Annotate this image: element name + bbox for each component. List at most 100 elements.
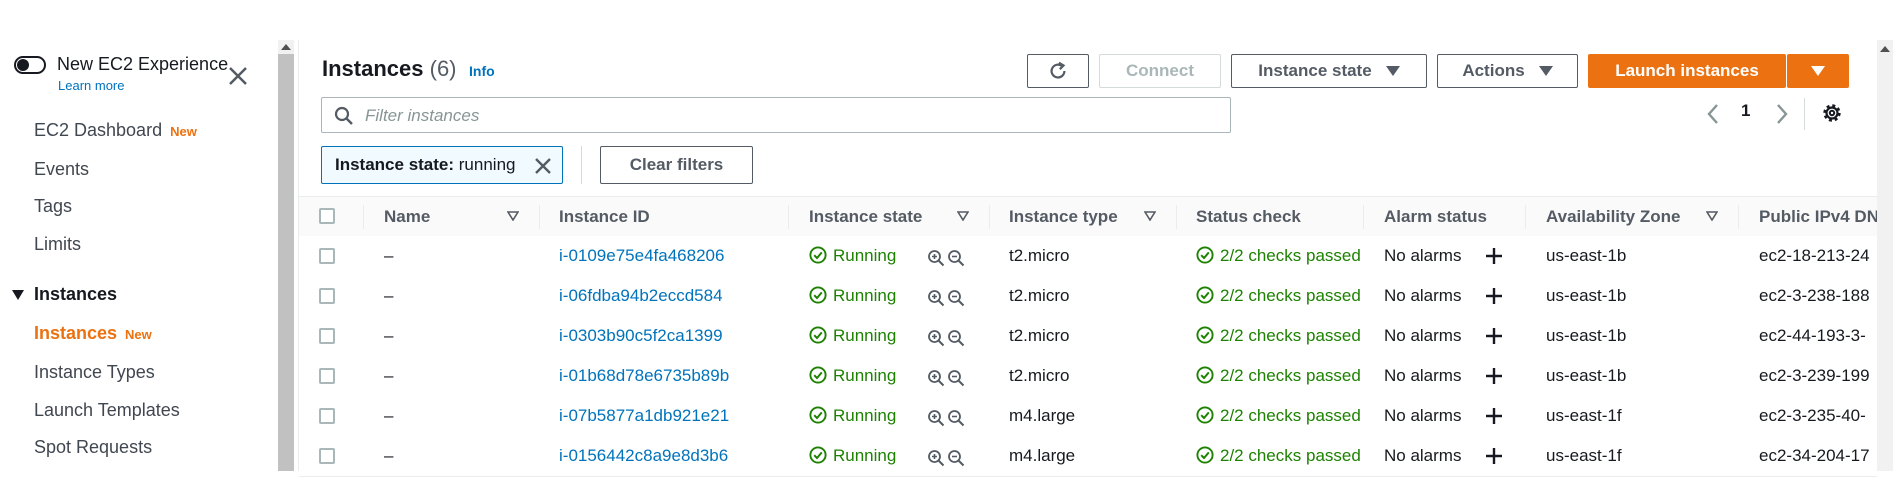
sort-icon[interactable] bbox=[957, 211, 969, 221]
column-header-instance-type[interactable]: Instance type bbox=[1009, 207, 1118, 227]
connect-button[interactable]: Connect bbox=[1099, 54, 1221, 88]
zoom-in-icon[interactable] bbox=[927, 369, 945, 387]
instance-state-cell: Running bbox=[809, 286, 896, 306]
table-row[interactable]: – i-01b68d78e6735b89b Running t2.micro 2/2 c… bbox=[299, 356, 1877, 397]
status-check-cell[interactable]: 2/2 checks passed bbox=[1196, 366, 1361, 386]
previous-page-icon[interactable] bbox=[1705, 102, 1721, 126]
add-alarm-icon[interactable] bbox=[1485, 247, 1503, 265]
row-checkbox[interactable] bbox=[319, 328, 335, 344]
instance-id-link[interactable]: i-07b5877a1db921e21 bbox=[559, 406, 729, 426]
public-ipv4-dns-cell: ec2-3-238-188 bbox=[1759, 286, 1870, 305]
actions-dropdown[interactable]: Actions bbox=[1437, 54, 1578, 88]
check-circle-icon bbox=[809, 286, 827, 304]
filter-instances-search[interactable]: Filter instances bbox=[321, 97, 1231, 133]
sidebar-item-instance-types[interactable]: Instance Types bbox=[34, 362, 155, 383]
availability-zone-cell: us-east-1b bbox=[1546, 246, 1627, 265]
column-header-status-check[interactable]: Status check bbox=[1196, 207, 1301, 227]
column-header-public-ipv4-dns[interactable]: Public IPv4 DN bbox=[1759, 207, 1879, 227]
sidebar-item-launch-templates[interactable]: Launch Templates bbox=[34, 400, 180, 421]
remove-filter-icon[interactable] bbox=[533, 156, 553, 176]
next-page-icon[interactable] bbox=[1774, 102, 1790, 126]
row-checkbox[interactable] bbox=[319, 408, 335, 424]
status-check-cell[interactable]: 2/2 checks passed bbox=[1196, 246, 1361, 266]
add-alarm-icon[interactable] bbox=[1485, 407, 1503, 425]
zoom-out-icon[interactable] bbox=[947, 289, 965, 307]
instance-state-text: Running bbox=[833, 326, 897, 345]
status-check-cell[interactable]: 2/2 checks passed bbox=[1196, 406, 1361, 426]
gear-icon[interactable] bbox=[1820, 101, 1844, 125]
instance-id-link[interactable]: i-0109e75e4fa468206 bbox=[559, 246, 724, 266]
clear-filters-button[interactable]: Clear filters bbox=[600, 146, 753, 184]
instance-id-link[interactable]: i-06fdba94b2eccd584 bbox=[559, 286, 723, 306]
column-header-instance-id[interactable]: Instance ID bbox=[559, 207, 650, 227]
status-check-cell[interactable]: 2/2 checks passed bbox=[1196, 446, 1361, 466]
add-alarm-icon[interactable] bbox=[1485, 327, 1503, 345]
zoom-out-icon[interactable] bbox=[947, 369, 965, 387]
info-link[interactable]: Info bbox=[469, 63, 495, 79]
sidebar-item-spot-requests[interactable]: Spot Requests bbox=[34, 437, 152, 458]
column-header-name[interactable]: Name bbox=[384, 207, 430, 227]
sidebar-item-limits[interactable]: Limits bbox=[34, 234, 81, 255]
refresh-icon bbox=[1050, 61, 1066, 79]
sidebar-item-events[interactable]: Events bbox=[34, 159, 89, 180]
close-icon[interactable] bbox=[226, 64, 250, 88]
sort-icon[interactable] bbox=[1144, 211, 1156, 221]
instance-type-cell: t2.micro bbox=[1009, 366, 1070, 385]
check-circle-icon bbox=[1196, 246, 1214, 264]
zoom-in-icon[interactable] bbox=[927, 449, 945, 467]
zoom-in-icon[interactable] bbox=[927, 409, 945, 427]
learn-more-link[interactable]: Learn more bbox=[58, 78, 124, 93]
sidebar-scrollbar[interactable] bbox=[278, 40, 294, 471]
sidebar-item-ec2-dashboard[interactable]: EC2 Dashboard New bbox=[34, 120, 197, 141]
sidebar-section-instances[interactable]: Instances bbox=[12, 284, 117, 305]
status-check-cell[interactable]: 2/2 checks passed bbox=[1196, 286, 1361, 306]
search-input[interactable]: Filter instances bbox=[365, 106, 479, 126]
column-header-instance-state[interactable]: Instance state bbox=[809, 207, 922, 227]
zoom-out-icon[interactable] bbox=[947, 449, 965, 467]
table-row[interactable]: – i-07b5877a1db921e21 Running m4.large 2/2 c… bbox=[299, 396, 1877, 437]
sidebar-scrollbar-up[interactable] bbox=[278, 40, 294, 54]
zoom-in-icon[interactable] bbox=[927, 289, 945, 307]
add-alarm-icon[interactable] bbox=[1485, 367, 1503, 385]
page-scrollbar[interactable] bbox=[1877, 40, 1893, 471]
table-row[interactable]: – i-06fdba94b2eccd584 Running t2.micro 2/2 c… bbox=[299, 276, 1877, 317]
instance-id-link[interactable]: i-01b68d78e6735b89b bbox=[559, 366, 729, 386]
row-checkbox[interactable] bbox=[319, 288, 335, 304]
zoom-out-icon[interactable] bbox=[947, 329, 965, 347]
public-ipv4-dns-cell: ec2-34-204-17 bbox=[1759, 446, 1870, 465]
new-experience-toggle[interactable] bbox=[14, 56, 46, 74]
zoom-out-icon[interactable] bbox=[947, 409, 965, 427]
arrow-up-icon bbox=[281, 44, 291, 50]
add-alarm-icon[interactable] bbox=[1485, 287, 1503, 305]
public-ipv4-dns-cell: ec2-44-193-3- bbox=[1759, 326, 1866, 345]
instance-id-link[interactable]: i-0303b90c5f2ca1399 bbox=[559, 326, 723, 346]
check-circle-icon bbox=[1196, 286, 1214, 304]
instance-state-dropdown[interactable]: Instance state bbox=[1231, 54, 1427, 88]
sidebar-item-tags[interactable]: Tags bbox=[34, 196, 72, 217]
instance-id-link[interactable]: i-0156442c8a9e8d3b6 bbox=[559, 446, 728, 466]
page-number[interactable]: 1 bbox=[1741, 101, 1750, 121]
row-checkbox[interactable] bbox=[319, 248, 335, 264]
launch-instances-button[interactable]: Launch instances bbox=[1588, 54, 1786, 88]
row-checkbox[interactable] bbox=[319, 448, 335, 464]
sort-icon[interactable] bbox=[507, 211, 519, 221]
instance-state-cell: Running bbox=[809, 246, 896, 266]
table-row[interactable]: – i-0303b90c5f2ca1399 Running t2.micro 2/2 c… bbox=[299, 316, 1877, 357]
status-check-text: 2/2 checks passed bbox=[1220, 366, 1361, 385]
cell-name: – bbox=[384, 366, 394, 385]
zoom-in-icon[interactable] bbox=[927, 329, 945, 347]
launch-options-dropdown[interactable] bbox=[1787, 54, 1849, 88]
status-check-text: 2/2 checks passed bbox=[1220, 446, 1361, 465]
refresh-button[interactable] bbox=[1027, 54, 1089, 88]
table-row[interactable]: – i-0109e75e4fa468206 Running t2.micro 2/2 c… bbox=[299, 236, 1877, 277]
select-all-checkbox[interactable] bbox=[319, 208, 335, 224]
status-check-cell[interactable]: 2/2 checks passed bbox=[1196, 326, 1361, 346]
row-checkbox[interactable] bbox=[319, 368, 335, 384]
sort-icon[interactable] bbox=[1706, 211, 1718, 221]
column-header-alarm-status[interactable]: Alarm status bbox=[1384, 207, 1487, 227]
zoom-out-icon[interactable] bbox=[947, 249, 965, 267]
add-alarm-icon[interactable] bbox=[1485, 447, 1503, 465]
column-header-availability-zone[interactable]: Availability Zone bbox=[1546, 207, 1680, 227]
zoom-in-icon[interactable] bbox=[927, 249, 945, 267]
sidebar-item-instances[interactable]: Instances New bbox=[34, 323, 152, 344]
